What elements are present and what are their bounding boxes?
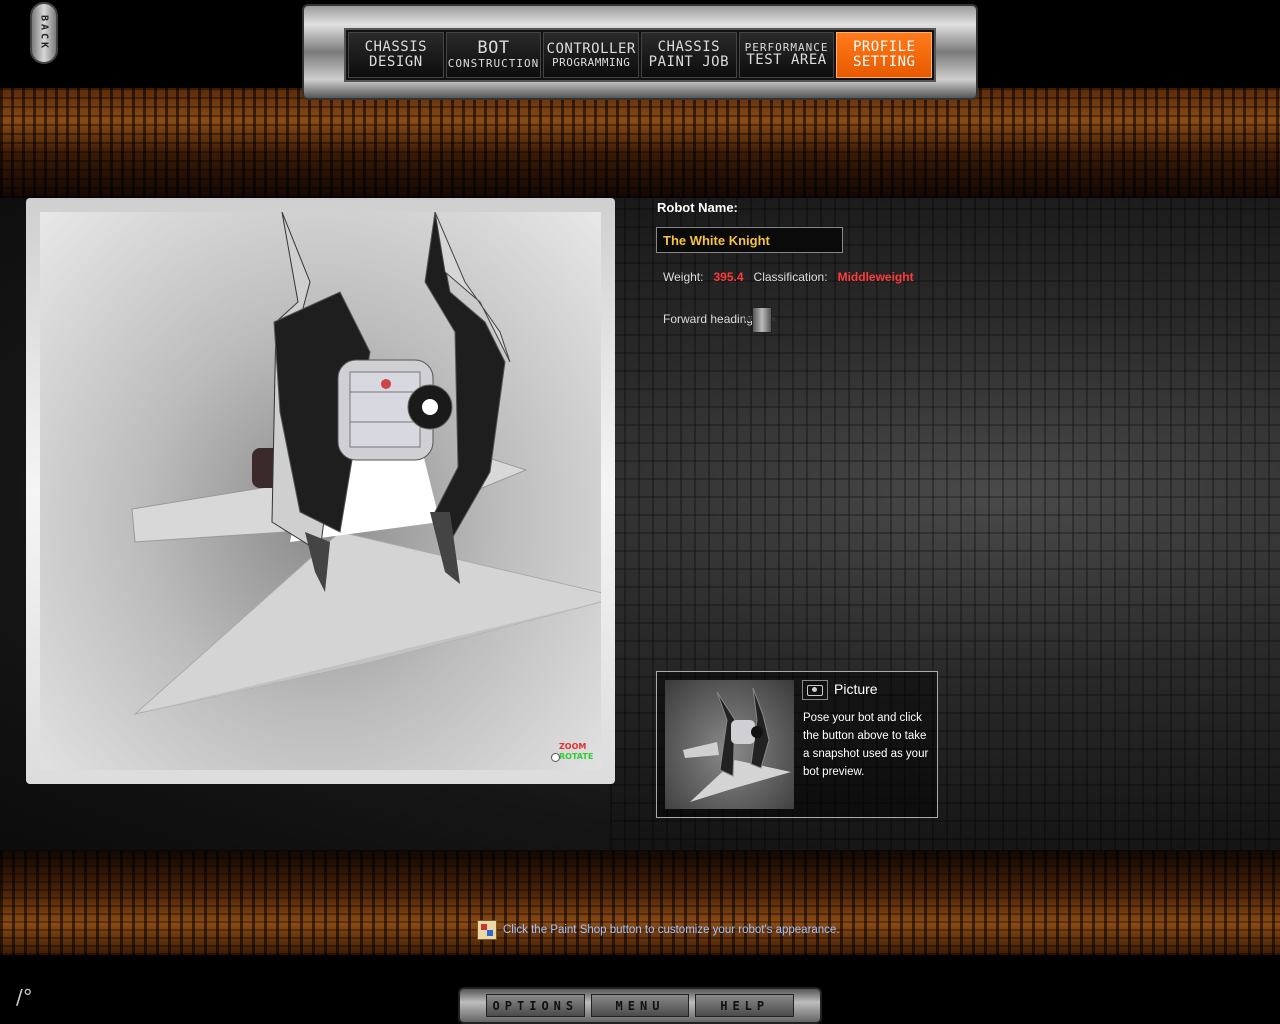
- tab-profile-setting[interactable]: PROFILE SETTING: [836, 32, 933, 78]
- top-nav: CHASSIS DESIGN BOT CONSTRUCTION CONTROLL…: [344, 28, 936, 82]
- picture-title: Picture: [834, 681, 878, 697]
- tab-controller-programming[interactable]: CONTROLLER PROGRAMMING: [543, 32, 640, 78]
- tab-label-line1: CONTROLLER: [546, 40, 636, 57]
- robot-3d-viewport-frame: ZOOM ROTATE: [26, 198, 615, 784]
- bot-preview-thumbnail: [665, 680, 794, 809]
- options-button[interactable]: OPTIONS: [486, 994, 585, 1017]
- classification-label: Classification:: [753, 270, 828, 284]
- paint-shop-icon: [477, 920, 497, 940]
- tab-bot-construction[interactable]: BOT CONSTRUCTION: [445, 32, 542, 78]
- bottom-menu: OPTIONS MENU HELP: [458, 987, 822, 1024]
- take-picture-button[interactable]: [802, 680, 828, 700]
- tab-label-line2: CONSTRUCTION: [447, 57, 540, 71]
- forward-heading-label: Forward heading:: [663, 312, 757, 326]
- picture-panel: Picture Pose your bot and click the butt…: [656, 671, 938, 818]
- robot-name-input[interactable]: The White Knight: [656, 227, 843, 253]
- robot-3d-viewport[interactable]: ZOOM ROTATE: [40, 212, 601, 770]
- tab-chassis-paint-job[interactable]: CHASSIS PAINT JOB: [641, 32, 737, 78]
- tab-label-line1: CHASSIS: [657, 39, 721, 56]
- corner-logo: /°: [16, 985, 33, 1009]
- classification-value: Middleweight: [837, 270, 914, 284]
- back-label: BACK: [38, 14, 50, 52]
- top-circuit-band: [0, 88, 1280, 198]
- weight-value: 395.4: [713, 270, 744, 284]
- menu-button[interactable]: MENU: [590, 994, 690, 1017]
- tab-label-line2: PROGRAMMING: [552, 55, 631, 69]
- hint-text: Click the Paint Shop button to customize…: [503, 924, 840, 936]
- help-button[interactable]: HELP: [695, 994, 795, 1017]
- robot-stats: Weight: 395.4 Classification: Middleweig…: [663, 270, 914, 284]
- robot-model-render: [131, 212, 601, 715]
- zoom-label: ZOOM: [559, 742, 587, 751]
- weight-label: Weight:: [663, 270, 704, 284]
- back-button[interactable]: BACK: [30, 2, 58, 64]
- camera-icon: [807, 684, 823, 696]
- robot-name-label: Robot Name:: [657, 200, 738, 215]
- top-nav-frame: CHASSIS DESIGN BOT CONSTRUCTION CONTROLL…: [302, 4, 978, 100]
- zoom-rotate-control[interactable]: ZOOM ROTATE: [551, 742, 595, 766]
- tab-label-line2: PAINT JOB: [648, 54, 730, 70]
- tab-label-line1: PROFILE: [852, 39, 916, 56]
- tab-label-line2: DESIGN: [369, 54, 423, 70]
- tab-label-line1: BOT: [477, 38, 510, 59]
- picture-description: Pose your bot and click the button above…: [803, 712, 929, 778]
- bot-preview-image: [683, 687, 791, 802]
- drag-handle-icon: [551, 753, 560, 762]
- tab-performance-test-area[interactable]: PERFORMANCE TEST AREA: [738, 32, 835, 78]
- tab-label-line2: TEST AREA: [746, 52, 827, 69]
- tab-label-line2: SETTING: [852, 54, 916, 70]
- tab-label-line1: CHASSIS: [364, 39, 428, 56]
- forward-heading-slider[interactable]: [752, 307, 772, 333]
- rotate-label: ROTATE: [559, 752, 594, 761]
- tab-chassis-design[interactable]: CHASSIS DESIGN: [348, 32, 444, 78]
- hint-bar: Click the Paint Shop button to customize…: [477, 920, 840, 940]
